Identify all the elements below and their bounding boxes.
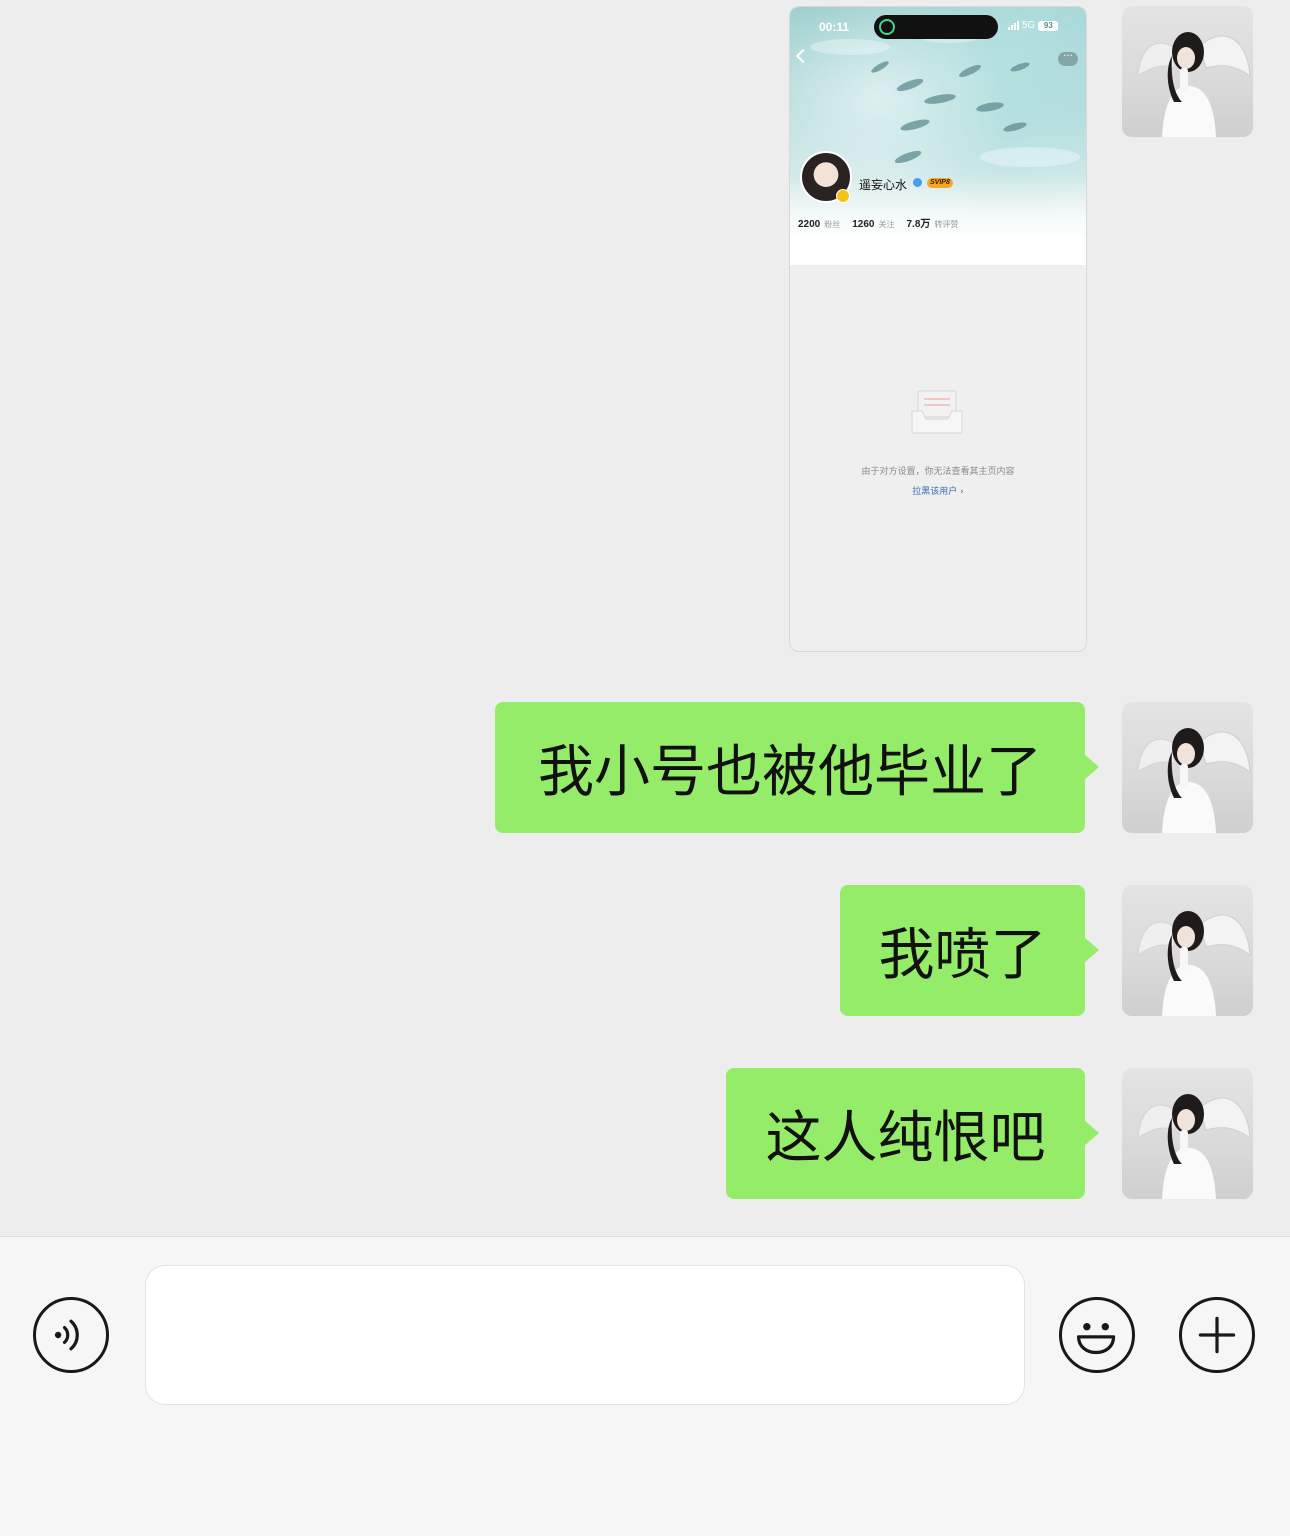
- profile-name: 遥妄心水: [859, 178, 908, 192]
- emoji-button[interactable]: [1059, 1297, 1135, 1373]
- message-bubble[interactable]: 这人纯恨吧: [726, 1068, 1099, 1199]
- message-bubble[interactable]: 我小号也被他毕业了: [495, 702, 1099, 833]
- voice-icon: [54, 1319, 79, 1351]
- profile-white-strip: [790, 235, 1086, 265]
- emoji-icon: [1076, 1323, 1116, 1355]
- profile-stats: 2200 粉丝 1260 关注 7.8万 转评赞: [798, 212, 958, 231]
- avatar-photo: [1137, 911, 1251, 1016]
- network-label: 5G: [1022, 20, 1036, 31]
- vip-badge: SVIP8: [927, 178, 953, 188]
- message-input[interactable]: [145, 1265, 1025, 1405]
- empty-message: 由于对方设置，你无法查看其主页内容: [861, 467, 1015, 477]
- stat-following: 1260 关注: [852, 219, 895, 230]
- link-icon: [879, 19, 895, 35]
- stat-likes: 7.8万 转评赞: [906, 219, 959, 230]
- message-bubble[interactable]: 我喷了: [840, 885, 1099, 1016]
- stat-followers: 2200 粉丝: [798, 219, 841, 230]
- dynamic-island: [874, 15, 998, 39]
- avatar-photo: [1137, 1094, 1251, 1199]
- screenshot-image-message[interactable]: 00:11 5G 93 ··· 遥妄心水 SVIP8 2200 粉丝 1260 关注…: [789, 6, 1087, 652]
- chat-message-list: 00:11 5G 93 ··· 遥妄心水 SVIP8 2200 粉丝 1260 关注…: [0, 0, 1290, 1236]
- avatar[interactable]: [1122, 702, 1253, 833]
- plus-button[interactable]: [1179, 1297, 1255, 1373]
- status-time: 00:11: [819, 20, 850, 34]
- empty-inbox-icon: [911, 390, 963, 434]
- avatar[interactable]: [1122, 885, 1253, 1016]
- avatar[interactable]: [1122, 6, 1253, 137]
- avatar-badge-icon: [836, 189, 850, 203]
- more-icon: ···: [1058, 52, 1078, 66]
- voice-button[interactable]: [33, 1297, 109, 1373]
- avatar[interactable]: [1122, 1068, 1253, 1199]
- avatar-photo: [1137, 32, 1251, 137]
- battery-icon: 93: [1038, 20, 1059, 31]
- signal-icon: [1008, 21, 1019, 30]
- block-user-link[interactable]: 拉黑该用户 ›: [790, 484, 1086, 497]
- verified-icon: [913, 178, 922, 187]
- status-indicators: 5G 93: [1008, 20, 1059, 31]
- avatar-photo: [1137, 728, 1251, 833]
- input-bar: [0, 1236, 1290, 1536]
- plus-icon: [1198, 1316, 1236, 1354]
